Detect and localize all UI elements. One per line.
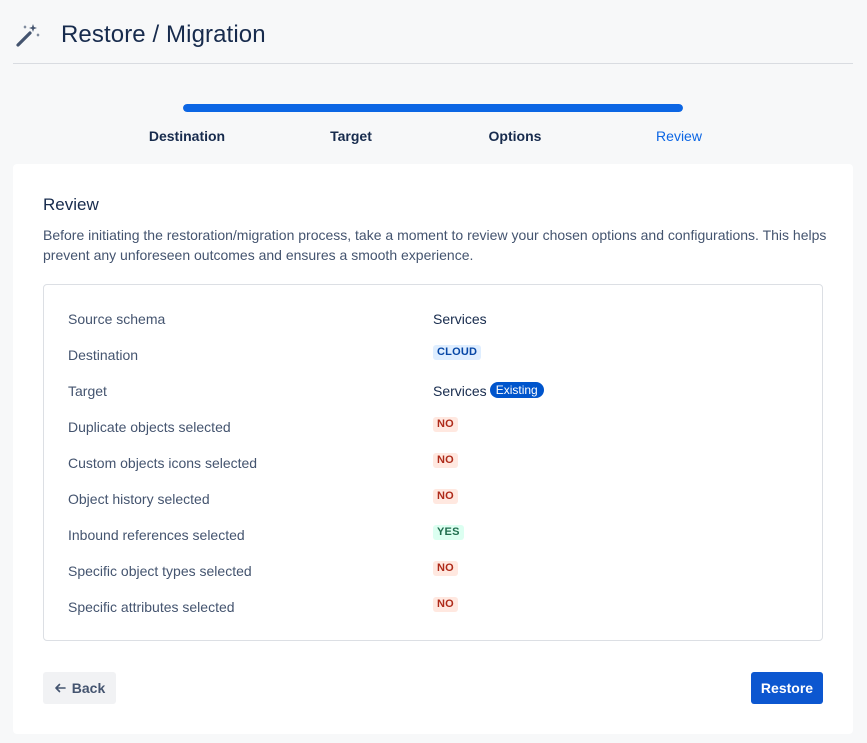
restore-button[interactable]: Restore	[751, 672, 823, 704]
row-value-group: Services Existing	[433, 382, 544, 399]
magic-wand-icon	[16, 24, 40, 47]
page-header: Restore / Migration	[13, 0, 853, 64]
summary-row-duplicate-objects: Duplicate objects selected NO	[44, 409, 822, 445]
back-button[interactable]: Back	[43, 672, 116, 704]
row-label: Duplicate objects selected	[68, 419, 231, 435]
row-label: Custom objects icons selected	[68, 455, 258, 471]
wizard-progress-bar	[183, 104, 683, 112]
status-badge: NO	[433, 489, 458, 504]
step-destination[interactable]: Destination	[117, 128, 257, 144]
status-badge: NO	[433, 453, 458, 468]
page-title: Restore / Migration	[61, 21, 266, 48]
row-label: Source schema	[68, 311, 166, 327]
status-badge: YES	[433, 525, 464, 540]
existing-tag: Existing	[489, 382, 544, 398]
status-badge: NO	[433, 417, 458, 432]
row-label: Specific object types selected	[68, 563, 252, 579]
review-description: Before initiating the restoration/migrat…	[43, 227, 827, 263]
step-options[interactable]: Options	[445, 128, 585, 144]
arrow-left-icon	[54, 683, 66, 693]
back-button-label: Back	[71, 680, 106, 696]
step-review[interactable]: Review	[609, 128, 749, 144]
step-target[interactable]: Target	[281, 128, 421, 144]
summary-row-destination: Destination CLOUD	[44, 337, 822, 373]
row-label: Target	[68, 383, 107, 399]
row-label: Destination	[68, 347, 139, 363]
summary-row-source-schema: Source schema Services	[44, 301, 822, 337]
summary-row-target: Target Services Existing	[44, 373, 822, 409]
summary-row-custom-icons: Custom objects icons selected NO	[44, 445, 822, 481]
target-value: Services	[433, 383, 487, 399]
summary-row-inbound-references: Inbound references selected YES	[44, 517, 822, 553]
review-card: Review Before initiating the restoration…	[13, 164, 853, 734]
row-value: Services	[433, 311, 487, 327]
summary-row-object-types: Specific object types selected NO	[44, 553, 822, 589]
row-label: Inbound references selected	[68, 527, 245, 543]
status-badge: NO	[433, 561, 458, 576]
row-label: Specific attributes selected	[68, 599, 235, 615]
status-badge: NO	[433, 597, 458, 612]
summary-row-attributes: Specific attributes selected NO	[44, 589, 822, 625]
destination-badge: CLOUD	[433, 345, 482, 360]
summary-row-object-history: Object history selected NO	[44, 481, 822, 517]
review-heading: Review	[43, 195, 99, 214]
row-label: Object history selected	[68, 491, 210, 507]
wizard-progress-fill	[183, 104, 683, 112]
review-summary-table: Source schema Services Destination CLOUD…	[43, 284, 823, 641]
